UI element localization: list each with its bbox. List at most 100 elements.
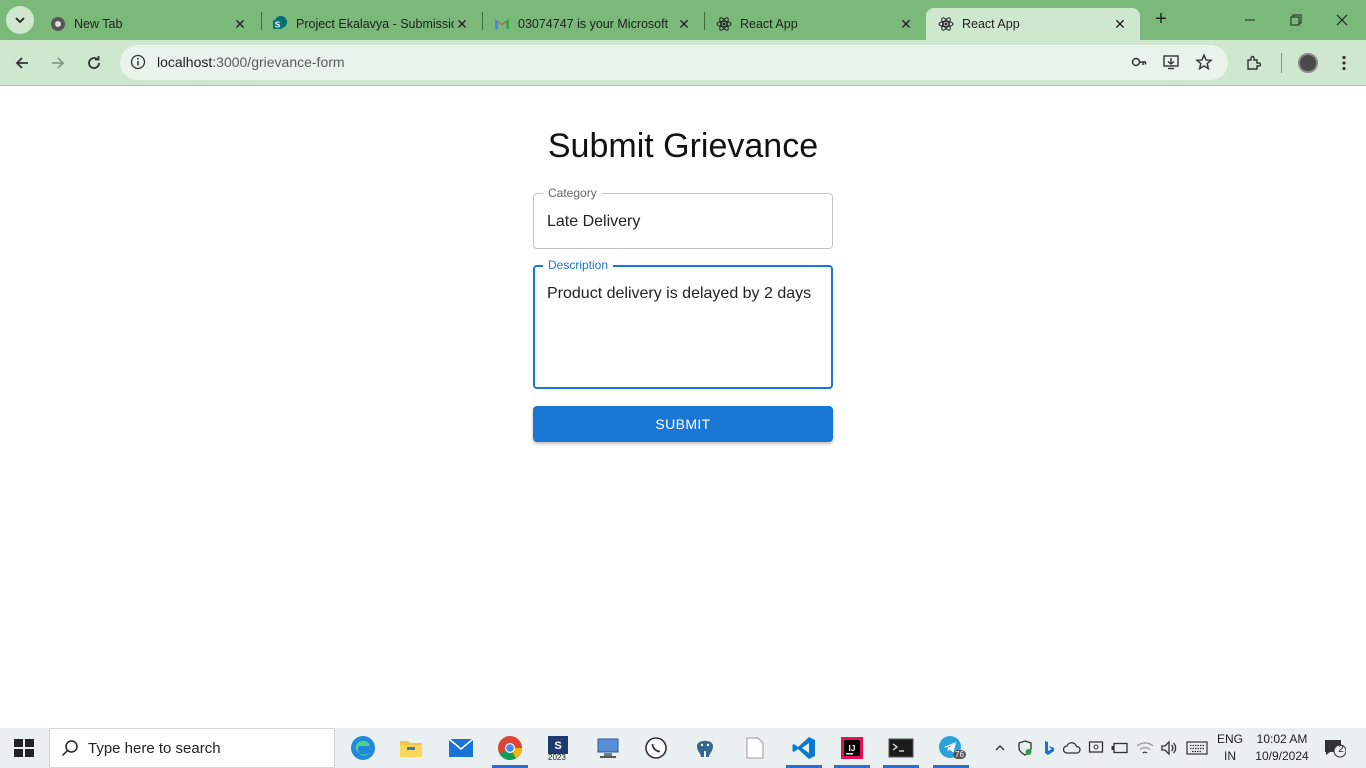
tab-title: Project Ekalavya - Submissio [296, 17, 454, 31]
taskbar: Type here to search S 2023 IJ 76 ENG IN … [0, 728, 1366, 768]
date-text: 10/9/2024 [1255, 749, 1309, 763]
forward-button[interactable] [46, 51, 70, 75]
browser-toolbar: localhost:3000/grievance-form [0, 40, 1366, 86]
svg-text:S: S [275, 21, 281, 30]
more-vert-icon [1342, 55, 1346, 71]
file-explorer-app[interactable] [393, 732, 429, 764]
puzzle-icon [1247, 55, 1262, 70]
url-host: localhost [157, 54, 213, 70]
install-app-icon[interactable] [1161, 52, 1181, 72]
category-label: Category [543, 186, 602, 200]
keyboard-icon[interactable] [1185, 739, 1209, 757]
chrome-icon [50, 16, 66, 32]
edge-app[interactable] [345, 732, 381, 764]
chevron-up-icon[interactable] [991, 739, 1009, 757]
info-icon[interactable] [128, 52, 148, 72]
restore-button[interactable] [1284, 8, 1308, 32]
display-settings-icon[interactable] [1087, 739, 1105, 757]
tab-react-app-active[interactable]: React App ✕ [926, 8, 1140, 40]
description-label: Description [543, 258, 614, 272]
whatsapp-app[interactable] [638, 732, 674, 764]
chrome-icon [498, 736, 522, 761]
url-text: localhost:3000/grievance-form [157, 54, 345, 70]
file-icon [746, 737, 764, 759]
close-icon[interactable]: ✕ [676, 16, 692, 32]
language-indicator[interactable]: ENG IN [1214, 731, 1246, 765]
search-icon [61, 740, 78, 757]
blank-file-app[interactable] [737, 732, 773, 764]
taskbar-search[interactable]: Type here to search [49, 728, 335, 768]
volume-icon[interactable] [1160, 739, 1178, 757]
app-2023[interactable]: S 2023 [540, 732, 576, 764]
page-content: Submit Grievance Category Late Delivery … [0, 87, 1366, 728]
region-text: IN [1224, 749, 1236, 763]
tab-title: React App [962, 17, 1020, 31]
bing-icon[interactable] [1040, 739, 1058, 757]
postgres-app[interactable] [687, 732, 723, 764]
menu-button[interactable] [1332, 51, 1356, 75]
close-icon[interactable]: ✕ [898, 16, 914, 32]
star-icon[interactable] [1194, 52, 1214, 72]
address-bar[interactable]: localhost:3000/grievance-form [120, 45, 1228, 80]
intellij-icon: IJ [841, 737, 863, 759]
postgresql-icon [697, 740, 713, 757]
notification-center-button[interactable]: 2 [1324, 738, 1347, 758]
telegram-app[interactable]: 76 [933, 732, 969, 768]
terminal-app[interactable] [883, 732, 919, 768]
close-icon[interactable]: ✕ [232, 16, 248, 32]
app-badge-2023: 2023 [548, 753, 566, 762]
search-placeholder: Type here to search [88, 740, 221, 757]
intellij-app[interactable]: IJ [834, 732, 870, 768]
mail-app[interactable] [443, 732, 479, 764]
tab-title: React App [740, 17, 798, 31]
tab-search-button[interactable] [6, 6, 34, 34]
minimize-button[interactable] [1238, 8, 1262, 32]
vscode-app[interactable] [786, 732, 822, 768]
extensions-button[interactable] [1242, 51, 1266, 75]
tab-gmail[interactable]: 03074747 is your Microsoft ✕ [482, 8, 704, 40]
react-icon [716, 16, 732, 32]
windows-start-icon[interactable] [14, 739, 34, 757]
wifi-icon[interactable] [1136, 739, 1154, 757]
key-icon[interactable] [1129, 52, 1149, 72]
submit-button[interactable]: SUBMIT [533, 406, 833, 442]
reload-button[interactable] [82, 51, 106, 75]
network-computer-icon [597, 738, 619, 758]
arrow-right-icon [52, 57, 65, 69]
tab-title: New Tab [74, 17, 123, 31]
remote-app[interactable] [590, 732, 626, 764]
arrow-left-icon [15, 57, 28, 69]
page-title: Submit Grievance [547, 127, 819, 165]
tab-new-tab[interactable]: New Tab ✕ [38, 8, 260, 40]
description-value: Product delivery is delayed by 2 days [547, 285, 812, 302]
cloud-icon[interactable] [1063, 739, 1081, 757]
description-field[interactable]: Description Product delivery is delayed … [533, 258, 833, 389]
tab-strip: New Tab ✕ S Project Ekalavya - Submissio… [0, 0, 1366, 40]
svg-text:IJ: IJ [849, 744, 856, 753]
react-icon [938, 16, 954, 32]
category-field[interactable]: Category Late Delivery [533, 186, 833, 249]
category-value: Late Delivery [547, 213, 641, 230]
clock[interactable]: 10:02 AM 10/9/2024 [1251, 731, 1313, 765]
tab-project-ekalavya[interactable]: S Project Ekalavya - Submissio ✕ [260, 8, 482, 40]
close-window-button[interactable] [1330, 8, 1354, 32]
close-icon[interactable]: ✕ [454, 16, 470, 32]
notification-count: 2 [1338, 744, 1344, 755]
edge-icon [351, 736, 375, 760]
time-text: 10:02 AM [1256, 732, 1308, 746]
chrome-app[interactable] [492, 732, 528, 768]
back-button[interactable] [10, 51, 34, 75]
language-text: ENG [1216, 732, 1243, 746]
battery-icon[interactable] [1111, 739, 1129, 757]
browser-window: New Tab ✕ S Project Ekalavya - Submissio… [0, 0, 1366, 728]
sharepoint-icon: S [272, 16, 288, 32]
tab-react-app[interactable]: React App ✕ [704, 8, 926, 40]
mail-icon [448, 738, 474, 757]
security-shield-icon[interactable] [1016, 739, 1034, 757]
close-icon[interactable]: ✕ [1112, 16, 1128, 32]
new-tab-button[interactable]: + [1150, 9, 1172, 31]
telegram-badge: 76 [953, 750, 966, 759]
whatsapp-icon [645, 737, 667, 759]
profile-avatar[interactable] [1298, 53, 1318, 73]
gmail-icon [494, 16, 510, 32]
